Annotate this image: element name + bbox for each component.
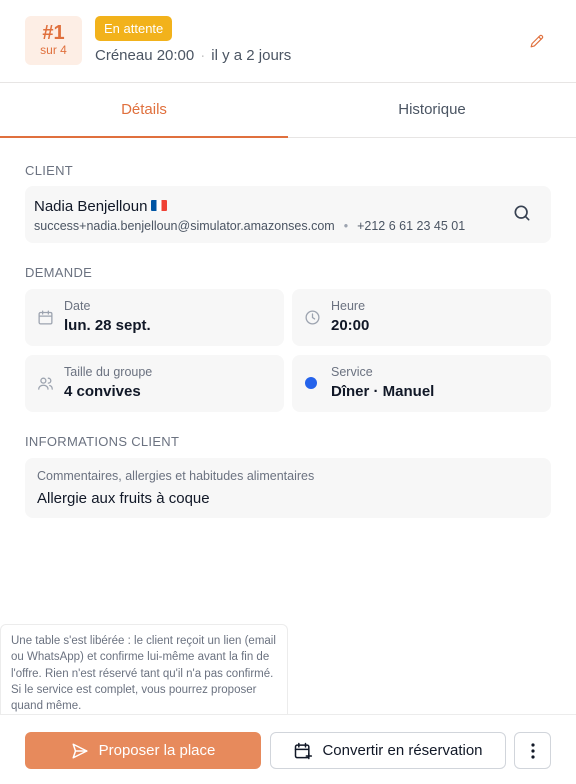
propose-tooltip: Une table s'est libérée : le client reço… bbox=[0, 624, 288, 722]
group-size-field: Taille du groupe 4 convives bbox=[25, 355, 284, 412]
clock-icon bbox=[305, 310, 320, 325]
france-flag-icon bbox=[151, 200, 168, 211]
client-notes-card: Commentaires, allergies et habitudes ali… bbox=[25, 458, 551, 518]
slot-time: Créneau 20:00 bbox=[95, 47, 195, 64]
users-icon bbox=[38, 377, 53, 390]
client-info-section-label: INFORMATIONS CLIENT bbox=[25, 434, 180, 449]
separator-dot: • bbox=[343, 219, 349, 233]
more-vertical-icon bbox=[530, 742, 535, 759]
convert-reservation-button[interactable]: Convertir en réservation bbox=[270, 732, 506, 769]
client-section-label: CLIENT bbox=[25, 163, 74, 178]
status-badge: En attente bbox=[95, 16, 173, 41]
calendar-icon bbox=[38, 310, 53, 325]
slot-info: Créneau 20:00 · il y a 2 jours bbox=[95, 47, 291, 65]
convert-reservation-label: Convertir en réservation bbox=[322, 742, 483, 759]
client-notes-label: Commentaires, allergies et habitudes ali… bbox=[37, 469, 315, 483]
time-field: Heure 20:00 bbox=[292, 289, 551, 346]
waitlist-rank: #1 sur 4 bbox=[25, 16, 82, 65]
request-section-label: DEMANDE bbox=[25, 265, 93, 280]
search-client-button[interactable] bbox=[512, 203, 534, 225]
propose-place-label: Proposer la place bbox=[98, 742, 216, 759]
client-name-row: Nadia Benjelloun bbox=[34, 198, 168, 215]
pencil-icon bbox=[530, 34, 544, 48]
client-contact: success+nadia.benjelloun@simulator.amazo… bbox=[34, 219, 465, 233]
calendar-plus-icon bbox=[295, 742, 313, 759]
client-phone[interactable]: +212 6 61 23 45 01 bbox=[357, 219, 465, 233]
service-value: Dîner · Manuel bbox=[331, 383, 435, 400]
more-options-button[interactable] bbox=[514, 732, 551, 769]
date-label: Date bbox=[64, 299, 91, 313]
date-field: Date lun. 28 sept. bbox=[25, 289, 284, 346]
action-footer: Proposer la place Convertir en réservati… bbox=[0, 714, 576, 784]
date-value: lun. 28 sept. bbox=[64, 317, 151, 334]
client-name: Nadia Benjelloun bbox=[34, 198, 148, 215]
search-icon bbox=[514, 205, 530, 221]
separator-dot: · bbox=[200, 47, 206, 64]
edit-button[interactable] bbox=[526, 30, 548, 52]
propose-place-button[interactable]: Proposer la place bbox=[25, 732, 261, 769]
reservation-header: #1 sur 4 En attente Créneau 20:00 · il y a… bbox=[0, 0, 576, 83]
time-label: Heure bbox=[331, 299, 366, 313]
group-size-value: 4 convives bbox=[64, 383, 141, 400]
service-label: Service bbox=[331, 365, 373, 379]
client-notes-value: Allergie aux fruits à coque bbox=[37, 490, 210, 507]
send-icon bbox=[72, 743, 88, 758]
time-value: 20:00 bbox=[331, 317, 370, 334]
tab-history[interactable]: Historique bbox=[288, 83, 576, 138]
group-size-label: Taille du groupe bbox=[64, 365, 153, 379]
created-ago: il y a 2 jours bbox=[211, 47, 292, 64]
client-email[interactable]: success+nadia.benjelloun@simulator.amazo… bbox=[34, 219, 335, 233]
client-card: Nadia Benjelloun success+nadia.benjellou… bbox=[25, 186, 551, 243]
service-color-dot bbox=[305, 377, 317, 389]
rank-total: sur 4 bbox=[40, 43, 67, 57]
service-field: Service Dîner · Manuel bbox=[292, 355, 551, 412]
rank-number: #1 bbox=[42, 22, 65, 44]
tab-details[interactable]: Détails bbox=[0, 83, 288, 138]
tab-bar: Détails Historique bbox=[0, 83, 576, 138]
